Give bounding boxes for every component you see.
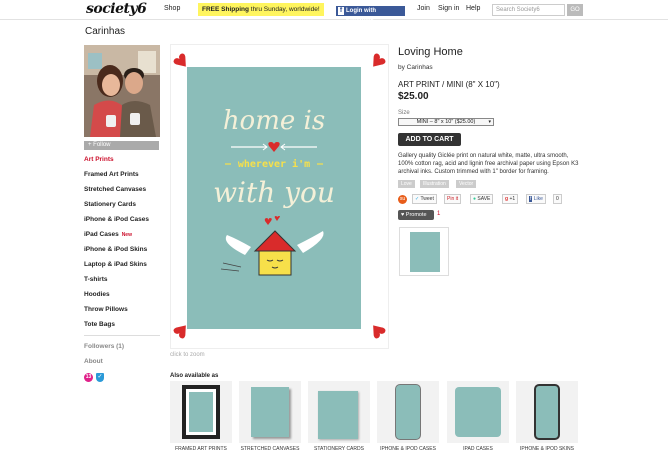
also-available-heading: Also available as [170, 373, 219, 379]
phone-skin-shape [534, 384, 560, 440]
twitter-icon: ✓ [415, 196, 420, 202]
facebook-icon: f [529, 196, 533, 202]
shipping-bold: FREE Shipping [202, 6, 249, 13]
follow-button[interactable]: + Follow [84, 141, 159, 150]
artwork-line3: with you [213, 176, 335, 209]
promote-count: 1 [437, 211, 441, 217]
product-price: $25.00 [398, 91, 429, 102]
promote-button[interactable]: ♥ Promote [398, 210, 434, 220]
pin-it-button[interactable]: Pin it [444, 194, 462, 204]
like-count: 0 [553, 194, 562, 204]
google-icon: g [505, 196, 509, 202]
sidebar-item-hoodies[interactable]: Hoodies [84, 291, 110, 298]
followers-link[interactable]: Followers (1) [84, 343, 124, 350]
promote-label: Promote [405, 212, 427, 218]
nav-join[interactable]: Join [417, 5, 430, 12]
thumbnail-art [410, 232, 440, 272]
product-tile-iphone-case[interactable] [377, 381, 439, 443]
save-label: SAVE [477, 196, 491, 202]
size-select[interactable]: MINI – 8" x 10" ($25.00) ▾ [398, 118, 494, 126]
product-label-canvas[interactable]: STRETCHED CANVASES [237, 446, 303, 452]
stumbleupon-icon[interactable]: su [398, 195, 407, 204]
sidebar-item-throw-pillows[interactable]: Throw Pillows [84, 306, 128, 313]
ipad-case-shape [455, 387, 501, 437]
tag-illustration[interactable]: Illustration [420, 180, 449, 188]
sidebar-item-laptop-skins[interactable]: Laptop & iPad Skins [84, 261, 147, 268]
sidebar-item-tote-bags[interactable]: Tote Bags [84, 321, 115, 328]
new-badge: New [121, 232, 132, 238]
facebook-like-button[interactable]: f Like [526, 194, 546, 204]
sidebar-item-label: iPad Cases [84, 231, 119, 238]
product-label-iphone-case[interactable]: IPHONE & IPOD CASES [375, 446, 441, 452]
sidebar-item-art-prints[interactable]: Art Prints [84, 156, 114, 163]
product-tile-canvas[interactable] [239, 381, 301, 443]
product-artist[interactable]: by Carinhas [398, 64, 433, 71]
like-label: Like [533, 196, 543, 202]
nav-help[interactable]: Help [466, 5, 480, 12]
profile-badge-icon[interactable]: 13 [84, 373, 93, 382]
product-label-framed[interactable]: FRAMED ART PRINTS [168, 446, 234, 452]
facebook-login-button[interactable]: f Login with Facebook [336, 6, 405, 24]
nav-shop[interactable]: Shop [164, 5, 180, 12]
product-tile-cards[interactable] [308, 381, 370, 443]
product-tile-framed[interactable] [170, 381, 232, 443]
tag-love[interactable]: Love [398, 180, 415, 188]
tag-vector[interactable]: Vector [456, 180, 477, 188]
sidebar-item-tshirts[interactable]: T-shirts [84, 276, 107, 283]
product-title: Loving Home [398, 46, 463, 58]
artist-avatar[interactable] [84, 45, 160, 137]
save-button[interactable]: ● SAVE [470, 194, 494, 204]
site-logo[interactable]: society6 [86, 1, 147, 17]
product-description: Gallery quality Giclée print on natural … [398, 153, 579, 175]
tweet-button[interactable]: ✓ Tweet [412, 194, 437, 204]
gplus-label: +1 [509, 196, 516, 202]
product-label-iphone-skin[interactable]: IPHONE & IPOD SKINS [514, 446, 580, 452]
frame-shape [182, 385, 220, 439]
artwork-image[interactable]: home is wherever i'm with you [187, 67, 361, 329]
size-label: Size [398, 110, 410, 116]
sidebar-item-iphone-skins[interactable]: iPhone & iPod Skins [84, 246, 147, 253]
sidebar-item-stationery-cards[interactable]: Stationery Cards [84, 201, 136, 208]
about-link[interactable]: About [84, 358, 103, 365]
corner-heart-icon [373, 325, 386, 339]
sidebar-divider [84, 335, 160, 336]
product-label-ipad-case[interactable]: IPAD CASES [445, 446, 511, 452]
artist-name[interactable]: Carinhas [85, 26, 125, 37]
nav-sign-in[interactable]: Sign in [438, 5, 459, 12]
heart-icon: ♥ [401, 212, 405, 218]
shipping-banner[interactable]: FREE Shipping thru Sunday, worldwide! [198, 3, 324, 16]
page: society6 Shop FREE Shipping thru Sunday,… [0, 0, 668, 458]
shipping-text: thru Sunday, worldwide! [248, 6, 320, 13]
product-thumbnail[interactable] [399, 227, 449, 276]
add-to-cart-button[interactable]: ADD TO CART [398, 133, 461, 146]
artwork-line2: wherever i'm [238, 158, 310, 170]
zoom-hint[interactable]: click to zoom [170, 352, 205, 358]
artwork-illustration: home is wherever i'm with you [187, 67, 361, 329]
product-tile-iphone-skin[interactable] [516, 381, 578, 443]
search-go-button[interactable]: GO [567, 4, 583, 16]
gplus-button[interactable]: g +1 [502, 194, 519, 204]
tweet-label: Tweet [420, 196, 434, 202]
top-bar: society6 Shop FREE Shipping thru Sunday,… [0, 0, 668, 24]
canvas-shape [251, 387, 289, 437]
facebook-login-label: Login with Facebook [346, 8, 376, 24]
phone-case-shape [395, 384, 421, 440]
sidebar-item-framed-art-prints[interactable]: Framed Art Prints [84, 171, 139, 178]
sidebar-item-iphone-cases[interactable]: iPhone & iPod Cases [84, 216, 149, 223]
artwork-line1: home is [223, 106, 325, 136]
size-select-value: MINI – 8" x 10" ($25.00) [416, 119, 476, 125]
verified-shield-icon[interactable]: ✓ [96, 373, 104, 382]
card-shape [318, 391, 358, 439]
product-type: ART PRINT / MINI (8" X 10") [398, 80, 500, 89]
sidebar-item-ipad-cases[interactable]: iPad Cases New [84, 231, 132, 238]
product-label-cards[interactable]: STATIONERY CARDS [306, 446, 372, 452]
corner-heart-icon [373, 53, 386, 67]
product-tile-ipad-case[interactable] [447, 381, 509, 443]
chevron-down-icon: ▾ [488, 119, 491, 125]
sidebar-item-stretched-canvases[interactable]: Stretched Canvases [84, 186, 146, 193]
search-input[interactable]: Search Society6 [492, 4, 565, 16]
facebook-icon: f [338, 7, 344, 15]
avatar-photo [84, 45, 160, 137]
save-icon: ● [473, 196, 477, 202]
